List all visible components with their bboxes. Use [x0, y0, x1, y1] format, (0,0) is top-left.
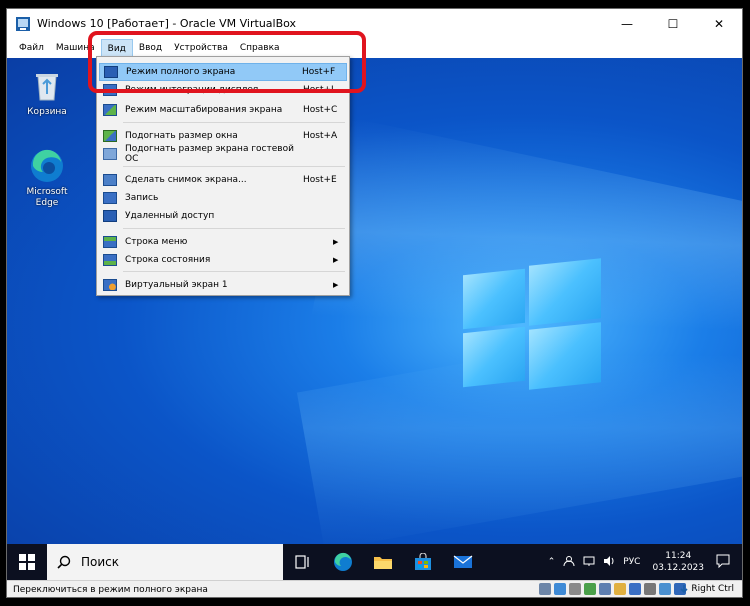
menu-item-screenshot[interactable]: Сделать снимок экрана... Host+E — [99, 171, 347, 189]
host-key-label: Right Ctrl — [691, 584, 734, 594]
status-bar-device-icons — [536, 583, 686, 595]
scale-icon — [103, 104, 117, 116]
start-button[interactable] — [7, 544, 47, 580]
virtualbox-app-icon — [15, 16, 31, 32]
clock-time: 11:24 — [665, 551, 692, 561]
minimize-button[interactable]: — — [604, 9, 650, 38]
menu-item-virtual-screen[interactable]: Виртуальный экран 1 ▶ — [99, 276, 347, 294]
status-text: Переключиться в режим полного экрана — [13, 584, 208, 595]
network-adapter-icon[interactable] — [584, 583, 596, 595]
submenu-arrow-icon: ▶ — [333, 281, 339, 289]
taskbar-file-explorer[interactable] — [363, 544, 403, 580]
screenshot-icon — [103, 174, 117, 186]
close-button[interactable]: ✕ — [696, 9, 742, 38]
mail-icon — [453, 555, 473, 568]
taskbar-store[interactable] — [403, 544, 443, 580]
menu-separator — [123, 166, 345, 167]
maximize-button[interactable]: ☐ — [650, 9, 696, 38]
submenu-arrow-icon: ▶ — [333, 256, 339, 264]
edge-icon — [334, 552, 352, 571]
submenu-arrow-icon: ▶ — [333, 238, 339, 246]
clock[interactable]: 11:24 03.12.2023 — [652, 550, 704, 574]
menu-bar-icon — [103, 236, 117, 248]
recording-icon — [103, 192, 117, 204]
remote-display-icon — [103, 210, 117, 222]
adjust-window-icon — [103, 130, 117, 142]
search-placeholder: Поиск — [81, 555, 120, 569]
taskbar: Поиск ⌃ РУС 11:24 03.12.2023 — [7, 544, 742, 580]
desktop-icon-recycle-bin[interactable]: Корзина — [17, 68, 77, 118]
clock-date: 03.12.2023 — [652, 563, 704, 573]
desktop-icon-edge[interactable]: Microsoft Edge — [17, 148, 77, 209]
highlight-annotation — [88, 31, 366, 93]
optical-drive-icon[interactable] — [554, 583, 566, 595]
network-icon[interactable] — [583, 555, 595, 570]
menu-separator — [123, 271, 345, 272]
system-tray: ⌃ РУС 11:24 03.12.2023 — [544, 544, 742, 580]
host-key-indicator[interactable]: Right Ctrl — [679, 584, 734, 594]
windows-start-icon — [19, 554, 35, 570]
task-view-button[interactable] — [283, 544, 323, 580]
tray-chevron-icon[interactable]: ⌃ — [548, 557, 556, 567]
edge-icon — [29, 148, 65, 184]
desktop-icon-label: Microsoft Edge — [26, 187, 68, 208]
taskbar-search-box[interactable]: Поиск — [47, 544, 283, 580]
menu-item-status-bar[interactable]: Строка состояния ▶ — [99, 251, 347, 269]
shared-folders-icon[interactable] — [614, 583, 626, 595]
language-indicator[interactable]: РУС — [623, 557, 640, 567]
task-view-icon — [295, 555, 309, 569]
display-icon[interactable] — [629, 583, 641, 595]
window-title: Windows 10 [Работает] - Oracle VM Virtua… — [37, 17, 297, 30]
search-icon — [57, 555, 71, 569]
notifications-icon[interactable] — [716, 554, 730, 571]
auto-resize-icon — [103, 148, 117, 160]
menu-item-menu-bar[interactable]: Строка меню ▶ — [99, 233, 347, 251]
cpu-icon[interactable] — [659, 583, 671, 595]
menu-separator — [123, 228, 345, 229]
virtual-screen-icon — [103, 279, 117, 291]
virtualbox-window: Windows 10 [Работает] - Oracle VM Virtua… — [6, 8, 743, 598]
status-bar: Переключиться в режим полного экрана Rig… — [7, 580, 742, 597]
hard-disk-icon[interactable] — [539, 583, 551, 595]
menu-file[interactable]: Файл — [13, 39, 50, 57]
people-icon[interactable] — [563, 555, 575, 570]
arrow-down-icon — [680, 585, 688, 594]
menu-item-remote-display[interactable]: Удаленный доступ — [99, 207, 347, 225]
recording-status-icon[interactable] — [644, 583, 656, 595]
store-icon — [415, 553, 431, 570]
audio-icon[interactable] — [569, 583, 581, 595]
volume-icon[interactable] — [603, 555, 615, 570]
status-bar-icon — [103, 254, 117, 266]
folder-icon — [374, 557, 392, 569]
usb-icon[interactable] — [599, 583, 611, 595]
menu-item-recording[interactable]: Запись — [99, 189, 347, 207]
windows-logo-wallpaper — [463, 258, 603, 390]
menu-item-adjust-window[interactable]: Подогнать размер окна Host+A — [99, 127, 347, 145]
taskbar-mail[interactable] — [443, 544, 483, 580]
taskbar-edge[interactable] — [323, 544, 363, 580]
menu-separator — [123, 122, 345, 123]
desktop-icon-label: Корзина — [27, 107, 67, 117]
recycle-bin-icon — [29, 68, 65, 104]
menu-item-auto-resize[interactable]: Подогнать размер экрана гостевой ОС — [99, 144, 347, 164]
menu-item-scaled[interactable]: Режим масштабирования экрана Host+C — [99, 101, 347, 119]
